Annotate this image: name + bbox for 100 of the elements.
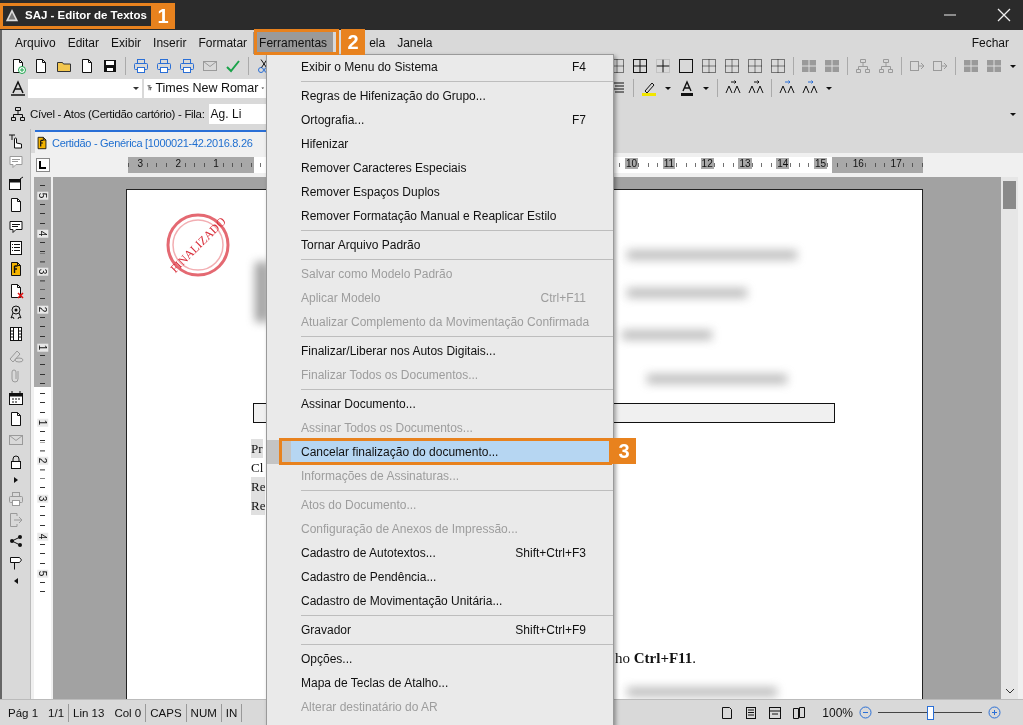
zoom-slider[interactable] [927,706,934,720]
list-icon[interactable] [8,239,24,256]
grid-icon[interactable] [632,58,648,74]
ruler-number: 11 [662,158,676,169]
scrollbar[interactable] [1001,177,1018,699]
ruler-number: 5 [37,570,48,578]
inner-border-icon[interactable] [655,58,671,74]
ruler-number: 2 [37,456,48,465]
ruler-number: 12 [700,158,714,169]
menu-item[interactable]: Opções... [267,647,613,671]
document-icon[interactable] [8,261,24,278]
badge-icon[interactable] [8,304,24,321]
printer-icon[interactable] [179,58,195,74]
border-icon[interactable] [724,58,740,74]
ruler-number: 4 [37,229,48,238]
spacing-icon[interactable] [725,80,741,96]
document-icon[interactable] [8,197,24,214]
blank-page-icon[interactable] [33,58,49,74]
pointer-icon[interactable] [8,133,24,149]
document-text: Re [251,496,266,515]
two-pages-icon[interactable] [792,705,807,720]
menu-item[interactable]: ela [363,31,392,54]
printer-icon[interactable] [156,58,172,74]
border-icon[interactable] [747,58,763,74]
scrollbar-thumb[interactable] [1003,181,1016,209]
menu-item[interactable]: Cadastro de Autotextos... Shift+Ctrl+F3 [267,541,613,565]
menu-item[interactable]: Exibir o Menu do Sistema F4 [267,55,613,79]
menu-item[interactable]: Inserir [147,31,193,54]
printer-icon[interactable] [133,58,149,74]
chevron-down-icon[interactable] [1004,687,1015,695]
menu-item[interactable]: Cadastro de Movimentação Unitária... [267,589,613,613]
status-text: Col 0 [114,706,142,719]
document-icon[interactable] [8,282,24,299]
tab-stop-icon[interactable] [36,158,50,172]
ruler-number: 4 [37,532,48,540]
font-color-icon[interactable] [679,80,695,96]
ruler-number: 1 [212,158,220,169]
document-icon [35,134,49,151]
menu-item[interactable]: Cadastro de Pendência... [267,565,613,589]
status-text: Pág 1 [8,706,39,719]
menu-item[interactable]: Arquivo [9,31,62,54]
film-icon[interactable] [8,325,24,342]
ruler-number: 17 [889,158,903,169]
menu-item[interactable]: Mapa de Teclas de Atalho... [267,671,613,695]
document-icon[interactable] [8,411,24,428]
menu-item[interactable]: Exibir [105,31,148,54]
ruler-number: 15 [814,158,828,169]
ruler-number: 10 [625,158,639,169]
document-text: Pr [251,439,263,458]
new-document-icon[interactable] [10,58,26,74]
status-text: Lin 13 [73,706,105,719]
border-icon[interactable] [770,58,786,74]
comment-icon[interactable] [8,218,24,235]
calendar-icon[interactable] [8,389,24,406]
menu-item[interactable]: Formatar [192,31,254,54]
ruler-number: 3 [37,494,48,503]
status-text: IN [225,706,238,719]
spell-check-icon[interactable] [225,58,241,74]
document-text: ho Ctrl+F11. [615,650,697,667]
status-text: NUM [190,706,217,719]
window-title: SAJ - Editor de Textos [25,9,147,21]
callout-number: 2 [341,29,365,55]
font-dropdown[interactable]: Times New Romar [144,78,267,98]
menu-item[interactable]: Finalizar/Liberar nos Autos Digitais... [267,339,613,363]
workflow-icon[interactable] [10,106,26,122]
status-text: 1/1 [48,706,65,719]
ruler-number: 5 [37,192,48,200]
outer-border-icon[interactable] [678,58,694,74]
menu-item[interactable]: Editar [61,31,106,54]
zoom-in-icon[interactable] [988,706,1001,719]
style-icon[interactable] [10,80,26,96]
menu-item[interactable]: Assinar Documento... [267,392,613,416]
menu-item[interactable]: Tornar Arquivo Padrão [267,233,613,257]
spacing-icon[interactable] [748,80,764,96]
list-icon[interactable] [744,705,759,720]
window-icon[interactable] [8,175,24,192]
menu-item[interactable]: Janela [391,31,439,54]
menu-item[interactable]: Remover Espaços Duplos [267,180,613,204]
menu-item[interactable]: Remover Caracteres Especiais [267,156,613,180]
ruler-number: 16 [851,158,865,169]
ruler-number: 14 [776,158,790,169]
save-icon[interactable] [102,58,118,74]
menu-item[interactable]: Remover Formatação Manual e Reaplicar Estilo [267,204,613,228]
logo-icon [5,8,19,22]
close-icon[interactable] [997,8,1011,22]
document-icon[interactable] [79,58,95,74]
page-view-icon[interactable] [720,705,735,720]
ruler-number: 13 [738,158,752,169]
case-icon[interactable] [779,80,795,96]
menu-item[interactable]: Gravador Shift+Ctrl+F9 [267,618,613,642]
zoom-out-icon[interactable] [859,706,872,719]
web-view-icon[interactable] [768,705,783,720]
border-icon[interactable] [701,58,717,74]
lock-icon[interactable] [8,453,24,470]
case-icon[interactable] [802,80,818,96]
highlighter-icon[interactable] [641,80,657,96]
close-document-link[interactable]: Fechar [965,31,1015,54]
ruler-number: 2 [37,305,48,314]
share-icon[interactable] [8,533,24,550]
ruler-number: 2 [174,158,182,169]
